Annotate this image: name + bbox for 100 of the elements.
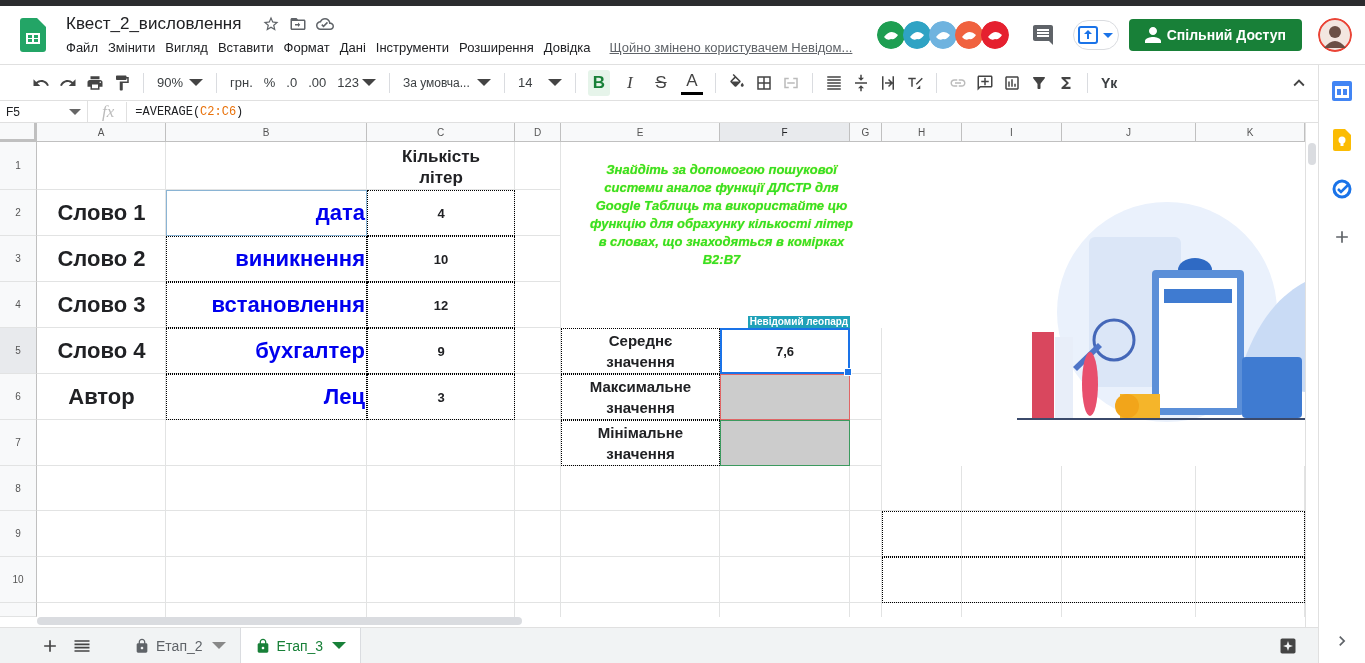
stat-value: 7,6	[720, 328, 850, 374]
print-icon[interactable]	[86, 73, 104, 92]
row-header[interactable]: 9	[0, 511, 37, 557]
row-header[interactable]: 4	[0, 282, 37, 328]
number-format-select[interactable]: 123	[336, 73, 377, 92]
letter-count: 10	[367, 236, 515, 282]
word-label: Слово 1	[56, 199, 147, 227]
lock-icon	[134, 637, 150, 654]
collaborator-avatar[interactable]	[876, 21, 905, 49]
formula-field[interactable]: =AVERAGE(C2:C6)	[127, 104, 244, 119]
column-header[interactable]: D	[515, 123, 561, 142]
column-header[interactable]: H	[882, 123, 962, 142]
sheets-logo[interactable]	[20, 18, 46, 52]
word-value: Лец	[166, 374, 367, 420]
horizontal-scrollbar[interactable]	[37, 617, 522, 625]
menu-item[interactable]: Вигляд	[160, 37, 213, 57]
sheet-tab[interactable]: Етап_2	[120, 628, 241, 663]
present-icon	[1078, 26, 1099, 44]
name-box[interactable]: F5	[6, 104, 20, 119]
caret-icon	[189, 79, 203, 86]
column-header[interactable]: J	[1062, 123, 1196, 142]
row-header[interactable]: 10	[0, 557, 37, 603]
paint-format-icon[interactable]	[113, 73, 131, 92]
strikethrough-button[interactable]: S	[649, 69, 672, 96]
letter-count: 3	[367, 374, 515, 420]
zoom-select[interactable]: 90%	[156, 73, 204, 92]
fill-handle[interactable]	[844, 368, 852, 376]
column-header[interactable]: A	[37, 123, 166, 142]
word-value: бухгалтер	[166, 328, 367, 374]
caret-icon	[476, 79, 491, 86]
row-header[interactable]: 8	[0, 466, 37, 511]
menu-item[interactable]: Формат	[278, 37, 335, 57]
person-icon	[1144, 27, 1161, 43]
column-header[interactable]: K	[1196, 123, 1305, 142]
letter-count: 4	[367, 190, 515, 236]
empty-cell[interactable]	[882, 511, 1305, 557]
column-header[interactable]: C	[367, 123, 515, 142]
user-avatar[interactable]	[1318, 18, 1352, 52]
collaborator-avatar[interactable]	[928, 21, 957, 49]
share-button[interactable]: Спільний Доступ	[1128, 19, 1302, 51]
caret-icon	[1103, 32, 1114, 38]
bold-button[interactable]: B	[587, 69, 610, 96]
menu-item[interactable]: Файл	[66, 37, 103, 57]
row-header[interactable]: 1	[0, 142, 37, 190]
letter-count: 9	[367, 328, 515, 374]
empty-cell[interactable]	[882, 557, 1305, 603]
row-header[interactable]: 7	[0, 420, 37, 466]
caret-icon	[69, 108, 81, 115]
menu-item[interactable]: Вставити	[212, 37, 279, 57]
chart-icon[interactable]	[1002, 73, 1021, 92]
tasks-icon[interactable]	[1332, 179, 1352, 199]
column-header[interactable]: I	[962, 123, 1062, 142]
word-label: Слово 4	[56, 337, 147, 365]
add-comment-icon[interactable]	[975, 73, 994, 92]
word-label: Слово 2	[56, 245, 147, 273]
sheet-tab[interactable]: Етап_3	[240, 628, 362, 663]
menu-item[interactable]: Розширення	[454, 37, 539, 57]
collaborator-avatar[interactable]	[954, 21, 983, 49]
caret-icon	[547, 79, 562, 86]
menu-item[interactable]: Змінити	[102, 37, 161, 57]
word-label: Слово 3	[56, 291, 147, 319]
font-size-select[interactable]: 14	[516, 73, 563, 92]
increase-decimals[interactable]: .00	[307, 73, 328, 92]
document-title[interactable]: Квест_2_висловлення	[66, 13, 242, 34]
stat-label: Середнє значення	[561, 328, 720, 374]
column-title: Кількість літер	[401, 146, 481, 189]
borders-icon[interactable]	[754, 73, 773, 92]
collaborator-name-flag: Невідомий леопард	[747, 316, 850, 328]
text-color-button[interactable]: A	[680, 70, 703, 95]
currency-format[interactable]: грн.	[229, 73, 254, 92]
word-label: Автор	[67, 383, 136, 411]
row-header[interactable]: 5	[0, 328, 37, 374]
caret-icon	[211, 642, 226, 649]
comment-icon[interactable]	[1030, 23, 1055, 47]
column-header[interactable]: E	[561, 123, 720, 142]
menu-item[interactable]: Дані	[334, 37, 371, 57]
caret-icon	[361, 79, 376, 86]
row-header[interactable]: 2	[0, 190, 37, 236]
function-label: fx	[88, 101, 128, 122]
percent-format[interactable]: %	[262, 73, 277, 92]
align-icon[interactable]	[824, 73, 843, 92]
collaborator-avatar[interactable]	[902, 21, 931, 49]
collaborator-avatar[interactable]	[980, 21, 1009, 49]
decrease-decimals[interactable]: .0	[285, 73, 299, 92]
vertical-scrollbar[interactable]	[1308, 143, 1316, 165]
column-header[interactable]: F	[720, 123, 850, 142]
column-header[interactable]: G	[850, 123, 882, 142]
menu-item[interactable]: Інструменти	[370, 37, 455, 57]
input-tools-button[interactable]: Yк	[1099, 72, 1119, 93]
menu-item[interactable]: Довідка	[538, 37, 596, 57]
last-edit-link[interactable]: Щойно змінено користувачем Невідом...	[609, 39, 853, 55]
row-header[interactable]: 6	[0, 374, 37, 420]
font-select[interactable]: За умовча...	[401, 73, 492, 92]
column-header[interactable]: B	[166, 123, 367, 142]
letter-count: 12	[367, 282, 515, 328]
row-header[interactable]: 3	[0, 236, 37, 282]
present-button[interactable]	[1072, 20, 1119, 50]
word-value: дата	[166, 190, 367, 236]
calendar-icon[interactable]	[1332, 81, 1352, 101]
italic-button[interactable]: I	[618, 69, 641, 96]
